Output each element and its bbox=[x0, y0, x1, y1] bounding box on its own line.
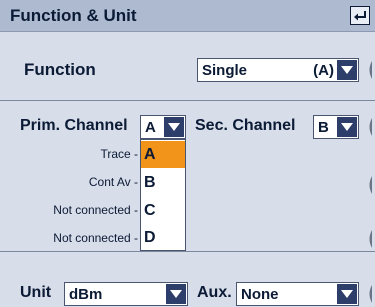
dropdown-arrow-icon[interactable] bbox=[337, 284, 357, 304]
list-item[interactable]: A bbox=[141, 141, 185, 168]
title-bar: Function & Unit bbox=[0, 0, 375, 32]
aux-select[interactable]: None bbox=[236, 282, 359, 306]
list-item[interactable]: B bbox=[141, 169, 185, 196]
knob-icon[interactable] bbox=[367, 176, 372, 194]
dropdown-arrow-icon[interactable] bbox=[166, 284, 186, 304]
prim-channel-list: A B C D bbox=[140, 139, 186, 251]
sec-channel-label: Sec. Channel bbox=[195, 117, 296, 134]
source-label: Not connected - bbox=[53, 231, 138, 245]
prim-channel-value: A bbox=[145, 119, 156, 136]
prim-channel-select[interactable]: A bbox=[140, 115, 186, 139]
unit-value: dBm bbox=[69, 286, 103, 303]
knob-icon[interactable] bbox=[367, 61, 372, 79]
dropdown-arrow-icon[interactable] bbox=[337, 117, 357, 137]
function-value: Single bbox=[202, 62, 248, 79]
knob-icon[interactable] bbox=[367, 118, 372, 136]
function-suffix: (A) bbox=[313, 62, 334, 79]
prim-channel-label: Prim. Channel bbox=[20, 117, 128, 134]
list-item[interactable]: D bbox=[141, 224, 185, 251]
list-item[interactable]: C bbox=[141, 197, 185, 224]
knob-icon[interactable] bbox=[367, 285, 372, 303]
window-title: Function & Unit bbox=[10, 6, 137, 25]
unit-label: Unit bbox=[20, 284, 52, 301]
source-label: Cont Av - bbox=[88, 175, 138, 189]
function-label: Function bbox=[24, 60, 96, 79]
source-label: Trace - bbox=[100, 147, 138, 161]
enter-button[interactable] bbox=[350, 6, 370, 25]
dropdown-arrow-icon[interactable] bbox=[337, 60, 357, 80]
source-label: Not connected - bbox=[53, 203, 138, 217]
knob-icon[interactable] bbox=[367, 230, 372, 248]
aux-label: Aux. bbox=[197, 284, 232, 301]
dropdown-arrow-icon[interactable] bbox=[164, 117, 184, 137]
enter-icon bbox=[354, 11, 366, 21]
sec-channel-select[interactable]: B bbox=[313, 115, 359, 139]
sec-channel-value: B bbox=[318, 119, 329, 136]
function-select[interactable]: Single (A) bbox=[197, 58, 359, 82]
unit-select[interactable]: dBm bbox=[64, 282, 188, 306]
aux-value: None bbox=[241, 286, 279, 303]
